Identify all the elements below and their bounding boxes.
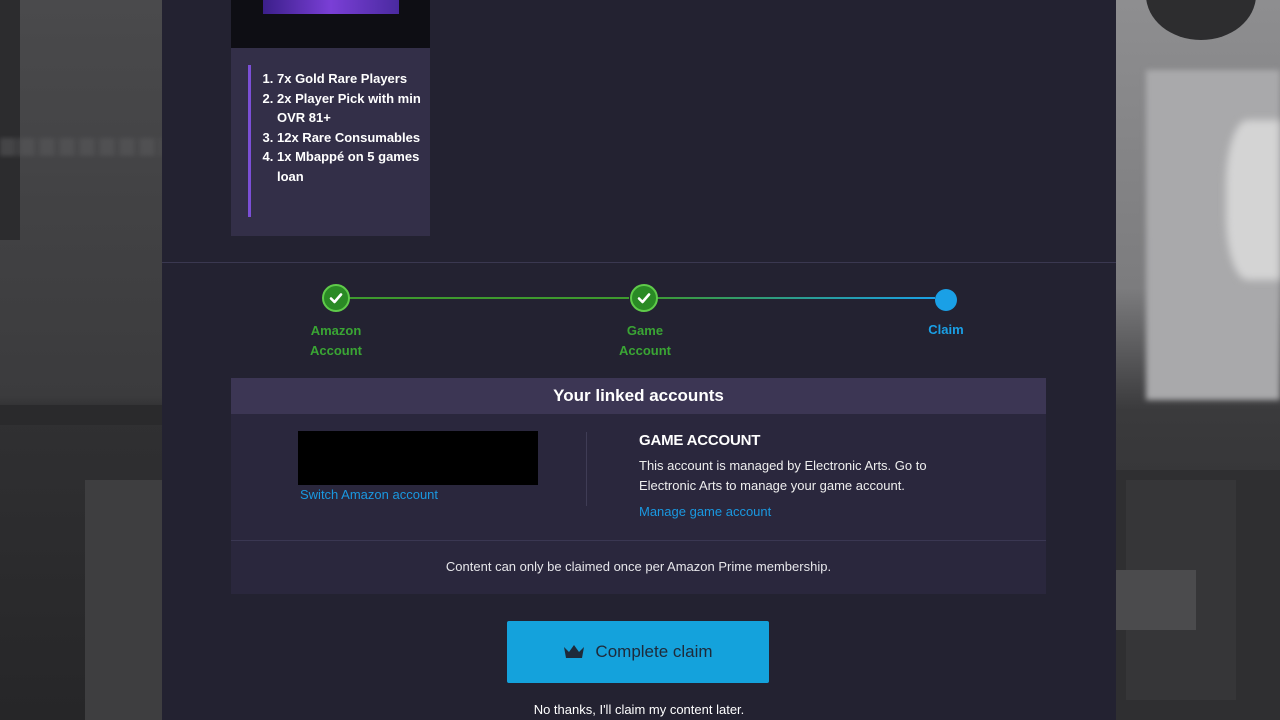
background-right-panel — [1116, 0, 1280, 720]
rewards-accent-bar — [248, 65, 251, 217]
background-lower-area — [1116, 470, 1280, 720]
panel-divider — [231, 540, 1046, 541]
step-label-line: Account — [619, 342, 671, 358]
background-photo-face — [1226, 120, 1280, 280]
step-label-line: Game — [626, 323, 664, 338]
step-game-account-label: Game Account — [600, 321, 690, 360]
stepper-connector — [337, 297, 629, 299]
step-label-line: Amazon — [310, 323, 362, 338]
reward-item: 2x Player Pick with min OVR 81+ — [277, 89, 437, 128]
background-circle — [1146, 0, 1256, 40]
reward-item: 1x Mbappé on 5 games loan — [277, 147, 437, 186]
background-block — [0, 405, 162, 425]
complete-claim-button[interactable]: Complete claim — [507, 621, 769, 683]
claim-modal: 7x Gold Rare Players 2x Player Pick with… — [162, 0, 1116, 720]
stepper-connector — [645, 297, 935, 299]
game-account-description: This account is managed by Electronic Ar… — [639, 458, 927, 493]
linked-accounts-title: Your linked accounts — [231, 378, 1046, 414]
step-claim-label: Claim — [901, 320, 991, 340]
step-amazon-account-check-icon — [322, 284, 350, 312]
section-divider — [162, 262, 1116, 263]
redacted-amazon-account — [298, 431, 538, 485]
game-account-heading: GAME ACCOUNT — [639, 432, 761, 449]
crown-icon — [564, 645, 585, 658]
background-block — [85, 480, 162, 720]
background-block — [0, 0, 20, 240]
step-label-line: Account — [310, 342, 362, 358]
background-card — [1116, 570, 1196, 630]
manage-game-account-link[interactable]: Manage game account — [639, 504, 771, 519]
rewards-list: 7x Gold Rare Players 2x Player Pick with… — [262, 69, 437, 186]
switch-amazon-account-link[interactable]: Switch Amazon account — [300, 487, 438, 502]
background-blurred-text — [0, 138, 162, 156]
product-art — [263, 0, 399, 14]
vertical-divider — [586, 432, 587, 506]
reward-item: 12x Rare Consumables — [277, 128, 437, 148]
linked-accounts-panel: Your linked accounts Switch Amazon accou… — [231, 378, 1046, 594]
background-left-panel — [0, 0, 162, 720]
decline-link[interactable]: No thanks, I'll claim my content later. — [162, 702, 1116, 717]
reward-item: 7x Gold Rare Players — [277, 69, 437, 89]
claim-notice: Content can only be claimed once per Ama… — [445, 559, 832, 574]
product-image — [231, 0, 430, 48]
step-label-line: Claim — [928, 322, 964, 337]
complete-claim-label: Complete claim — [595, 642, 713, 661]
step-amazon-account-label: Amazon Account — [291, 321, 381, 360]
step-claim-current-dot — [935, 289, 957, 311]
rewards-card: 7x Gold Rare Players 2x Player Pick with… — [231, 48, 430, 236]
step-game-account-check-icon — [630, 284, 658, 312]
